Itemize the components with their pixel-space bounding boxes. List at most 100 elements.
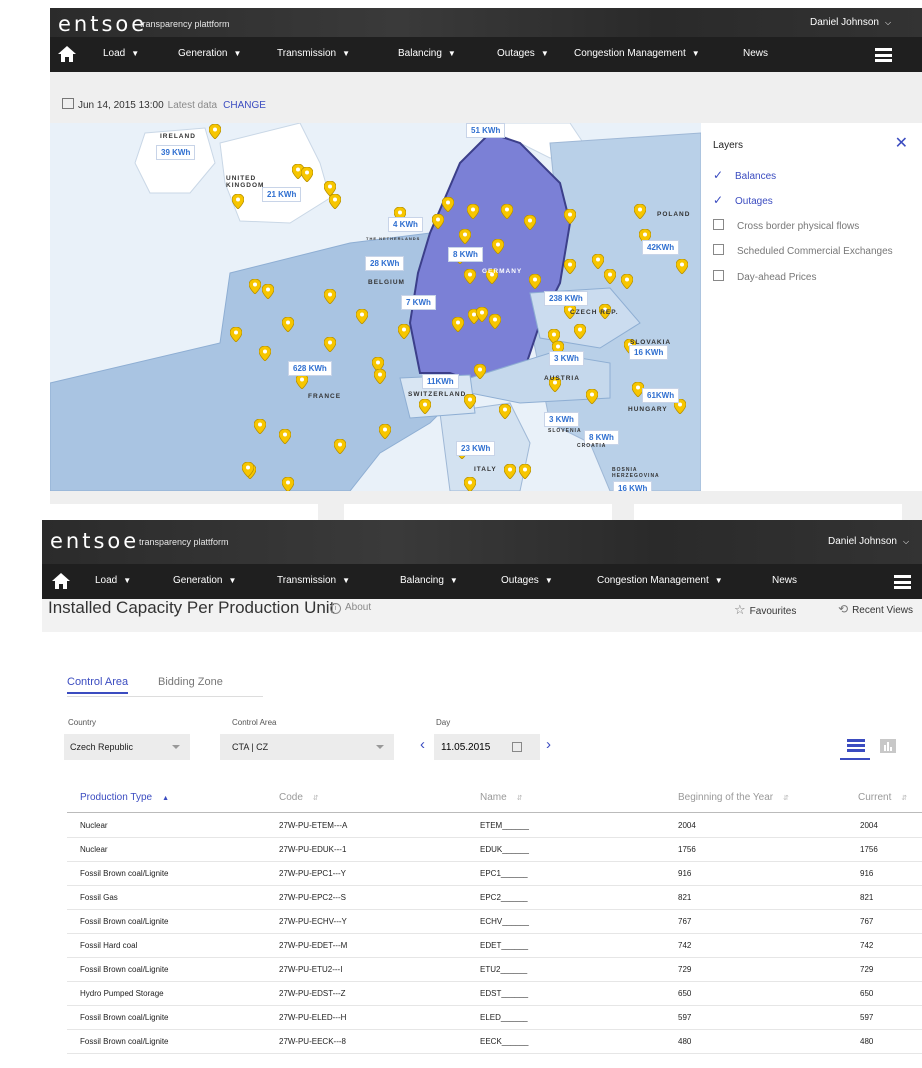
- nav-balancing[interactable]: Balancing ▼: [398, 48, 456, 59]
- value-label[interactable]: 11KWh: [422, 374, 459, 389]
- value-label[interactable]: 4 KWh: [388, 217, 423, 232]
- map-pin-icon[interactable]: [620, 273, 634, 290]
- map-pin-icon[interactable]: [328, 193, 342, 210]
- value-label[interactable]: 3 KWh: [549, 351, 584, 366]
- nav-congestion-management[interactable]: Congestion Management ▼: [597, 575, 723, 586]
- map-pin-icon[interactable]: [498, 403, 512, 420]
- map-pin-icon[interactable]: [473, 363, 487, 380]
- map-pin-icon[interactable]: [295, 373, 309, 390]
- list-view-icon[interactable]: [847, 739, 865, 758]
- nav-load[interactable]: Load ▼: [103, 48, 139, 59]
- map-pin-icon[interactable]: [563, 208, 577, 225]
- map-pin-icon[interactable]: [491, 238, 505, 255]
- nav-transmission[interactable]: Transmission ▼: [277, 575, 350, 586]
- map-pin-icon[interactable]: [523, 214, 537, 231]
- tab-bidding-zone[interactable]: Bidding Zone: [158, 676, 223, 688]
- table-row[interactable]: Nuclear 27W-PU-EDUK---1 EDUK______ 1756 1756: [67, 837, 922, 862]
- table-row[interactable]: Fossil Brown coal/Lignite 27W-PU-EPC1---Y…: [67, 861, 922, 886]
- nav-news[interactable]: News: [743, 48, 768, 59]
- table-row[interactable]: Fossil Gas 27W-PU-EPC2---S EPC2______ 821 82…: [67, 885, 922, 910]
- nav-news[interactable]: News: [772, 575, 797, 586]
- day-input[interactable]: 11.05.2015: [434, 734, 540, 760]
- value-label[interactable]: 3 KWh: [544, 412, 579, 427]
- hamburger-menu-icon[interactable]: [894, 575, 911, 589]
- change-date-link[interactable]: CHANGE: [223, 100, 266, 111]
- map-pin-icon[interactable]: [373, 368, 387, 385]
- value-label[interactable]: 16 KWh: [629, 345, 669, 360]
- calendar-icon[interactable]: [512, 742, 522, 752]
- map-pin-icon[interactable]: [248, 278, 262, 295]
- favourites-button[interactable]: ☆ Favourites: [734, 602, 796, 618]
- map-pin-icon[interactable]: [355, 308, 369, 325]
- country-select[interactable]: Czech Republic: [64, 734, 190, 760]
- user-menu[interactable]: Daniel Johnson ⌵: [810, 17, 891, 28]
- map-pin-icon[interactable]: [451, 316, 465, 333]
- nav-load[interactable]: Load ▼: [95, 575, 131, 586]
- nav-generation[interactable]: Generation ▼: [173, 575, 236, 586]
- map-pin-icon[interactable]: [633, 203, 647, 220]
- map-pin-icon[interactable]: [441, 196, 455, 213]
- map-pin-icon[interactable]: [488, 313, 502, 330]
- value-label[interactable]: 61KWh: [642, 388, 680, 403]
- map-pin-icon[interactable]: [261, 283, 275, 300]
- layer-cross-border-flows[interactable]: Cross border physical flows: [713, 219, 859, 232]
- map-pin-icon[interactable]: [333, 438, 347, 455]
- nav-outages[interactable]: Outages ▼: [501, 575, 553, 586]
- control-area-select[interactable]: CTA | CZ: [220, 734, 394, 760]
- nav-transmission[interactable]: Transmission ▼: [277, 48, 350, 59]
- map-pin-icon[interactable]: [281, 476, 295, 491]
- map-pin-icon[interactable]: [500, 203, 514, 220]
- nav-outages[interactable]: Outages ▼: [497, 48, 549, 59]
- map-pin-icon[interactable]: [563, 258, 577, 275]
- table-row[interactable]: Hydro Pumped Storage 27W-PU-EDST---Z EDST_…: [67, 981, 922, 1006]
- map-pin-icon[interactable]: [463, 268, 477, 285]
- map-pin-icon[interactable]: [431, 213, 445, 230]
- layer-outages[interactable]: ✓ Outages: [713, 193, 773, 207]
- map-pin-icon[interactable]: [418, 398, 432, 415]
- checkbox[interactable]: [713, 244, 724, 255]
- home-icon[interactable]: [51, 572, 71, 590]
- map-pin-icon[interactable]: [231, 193, 245, 210]
- map-pin-icon[interactable]: [241, 461, 255, 478]
- table-row[interactable]: Fossil Brown coal/Lignite 27W-PU-ETU2---I…: [67, 957, 922, 982]
- map-pin-icon[interactable]: [603, 268, 617, 285]
- value-label[interactable]: 238 KWh: [544, 291, 588, 306]
- chart-view-icon[interactable]: [880, 739, 896, 758]
- column-header-name[interactable]: Name ⇵: [480, 792, 523, 803]
- previous-day-button[interactable]: ‹: [420, 736, 425, 753]
- nav-congestion-management[interactable]: Congestion Management ▼: [574, 48, 700, 59]
- map-pin-icon[interactable]: [458, 228, 472, 245]
- tab-control-area[interactable]: Control Area: [67, 676, 129, 694]
- map-pin-icon[interactable]: [475, 306, 489, 323]
- table-row[interactable]: Nuclear 27W-PU-ETEM---A ETEM______ 2004 2004: [67, 813, 922, 838]
- map-pin-icon[interactable]: [591, 253, 605, 270]
- map-pin-icon[interactable]: [397, 323, 411, 340]
- map-pin-icon[interactable]: [258, 345, 272, 362]
- map-pin-icon[interactable]: [229, 326, 243, 343]
- value-label[interactable]: 21 KWh: [262, 187, 302, 202]
- map-pin-icon[interactable]: [278, 428, 292, 445]
- nav-generation[interactable]: Generation ▼: [178, 48, 241, 59]
- map-pin-icon[interactable]: [378, 423, 392, 440]
- table-row[interactable]: Fossil Hard coal 27W-PU-EDET---M EDET_____…: [67, 933, 922, 958]
- map-pin-icon[interactable]: [518, 463, 532, 480]
- entsoe-logo[interactable]: entsoe: [50, 529, 139, 553]
- value-label[interactable]: 23 KWh: [456, 441, 496, 456]
- map-pin-icon[interactable]: [208, 123, 222, 140]
- layer-balances[interactable]: ✓ Balances: [713, 168, 776, 182]
- checkbox[interactable]: [713, 219, 724, 230]
- map-pin-icon[interactable]: [253, 418, 267, 435]
- map-pin-icon[interactable]: [528, 273, 542, 290]
- hamburger-menu-icon[interactable]: [875, 48, 892, 62]
- layer-scheduled-exchanges[interactable]: Scheduled Commercial Exchanges: [713, 244, 893, 257]
- about-link[interactable]: i About: [330, 602, 371, 614]
- value-label[interactable]: 51 KWh: [466, 123, 506, 138]
- table-row[interactable]: Fossil Brown coal/Lignite 27W-PU-ECHV---Y…: [67, 909, 922, 934]
- map-pin-icon[interactable]: [585, 388, 599, 405]
- column-header-production-type[interactable]: Production Type ▲: [80, 792, 169, 803]
- home-icon[interactable]: [57, 45, 77, 63]
- map-pin-icon[interactable]: [675, 258, 689, 275]
- user-menu[interactable]: Daniel Johnson ⌵: [828, 536, 909, 547]
- nav-balancing[interactable]: Balancing ▼: [400, 575, 458, 586]
- map-pin-icon[interactable]: [281, 316, 295, 333]
